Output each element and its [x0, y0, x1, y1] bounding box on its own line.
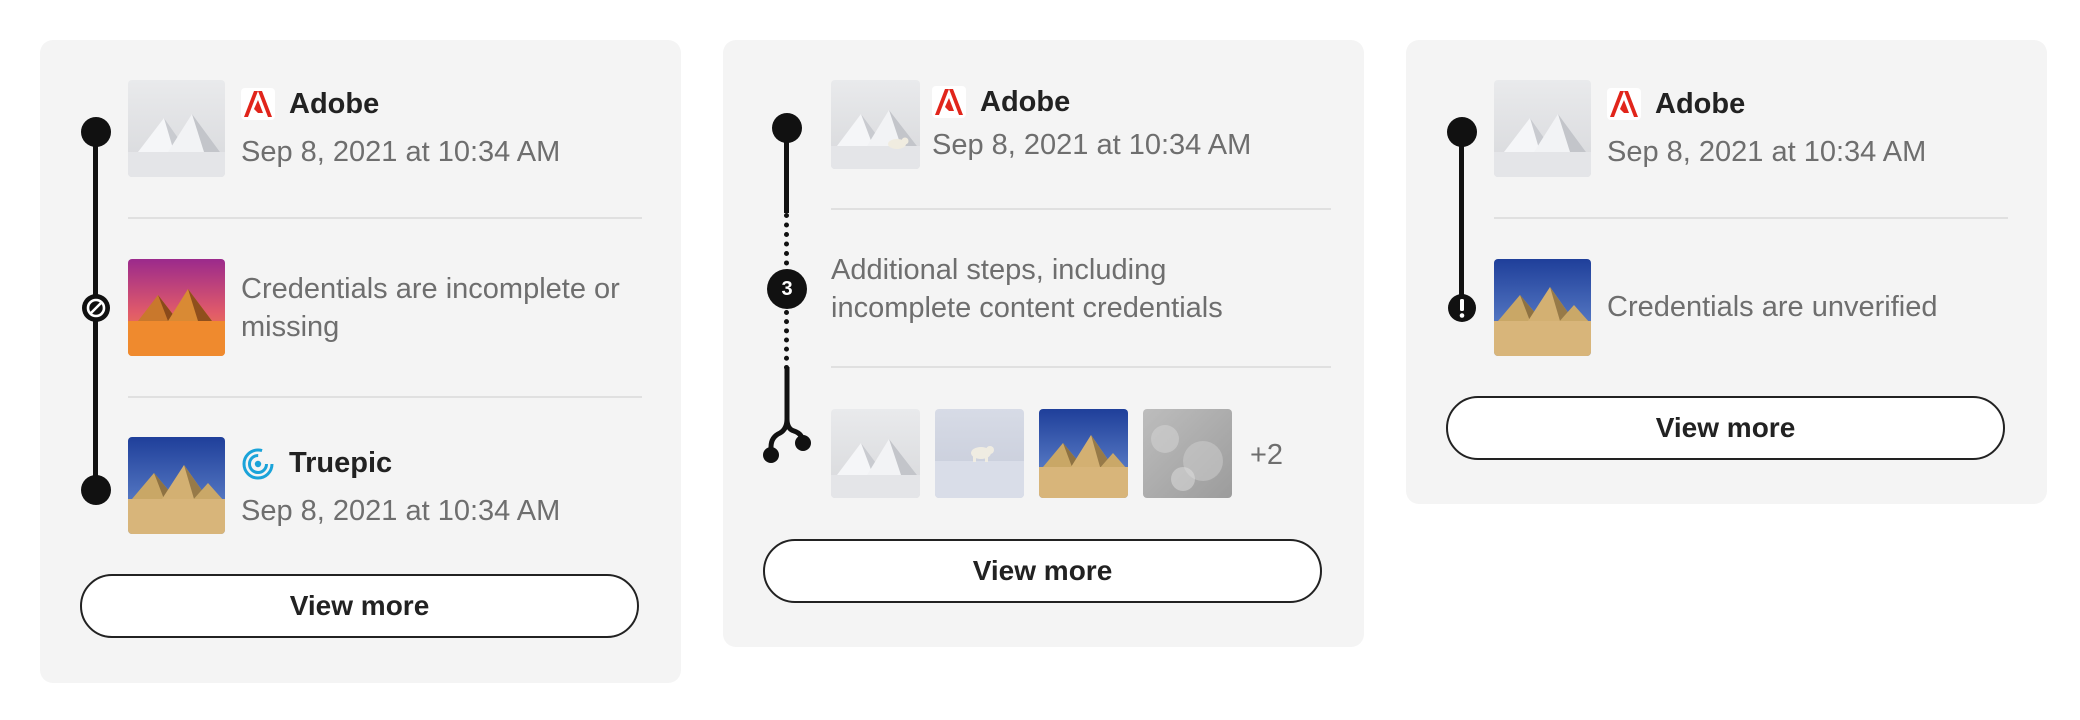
timeline-dotted-line [784, 213, 789, 275]
view-more-button[interactable]: View more [763, 539, 1322, 603]
signed-date: Sep 8, 2021 at 10:34 AM [241, 136, 561, 168]
snowy-mountains-thumbnail[interactable] [1494, 80, 1591, 177]
timeline-node [81, 475, 111, 505]
view-more-button[interactable]: View more [80, 574, 639, 638]
more-ingredients-count[interactable]: +2 [1250, 439, 1283, 472]
timeline-line [1459, 132, 1464, 308]
truepic-logo-icon [242, 448, 274, 480]
view-more-button[interactable]: View more [1446, 396, 2005, 460]
adobe-logo-icon [932, 86, 966, 118]
divider [1494, 217, 2008, 219]
status-message: Additional steps, including incomplete c… [831, 254, 1223, 324]
ingredient-thumbnail[interactable] [935, 409, 1024, 498]
timeline-node [1447, 117, 1477, 147]
ingredient-thumbnail[interactable] [1039, 409, 1128, 498]
branch-icon [763, 367, 811, 463]
adobe-logo-icon [1607, 88, 1641, 120]
divider [128, 396, 642, 398]
provenance-card-2: 3 Adobe Sep 8, 2021 at 10:34 AM Addition… [723, 40, 1364, 647]
ingredient-thumbnail[interactable] [1143, 409, 1232, 498]
step-count-badge: 3 [767, 269, 807, 309]
adobe-logo-icon [241, 88, 275, 120]
alert-icon [1448, 294, 1476, 322]
pyramids-thumbnail[interactable] [1494, 259, 1591, 356]
signed-date: Sep 8, 2021 at 10:34 AM [1607, 136, 1927, 168]
step-count-label: 3 [781, 277, 793, 300]
ingredient-thumbnail[interactable] [831, 409, 920, 498]
divider [128, 217, 642, 219]
pyramids-thumbnail[interactable] [128, 437, 225, 534]
provenance-card-3: Adobe Sep 8, 2021 at 10:34 AM Credential… [1406, 40, 2047, 504]
timeline-node [772, 113, 802, 143]
issuer-name: Adobe [1655, 88, 1746, 120]
incomplete-icon [82, 294, 110, 322]
timeline-dotted-line [784, 310, 789, 370]
snowy-mountains-thumbnail[interactable] [128, 80, 225, 177]
issuer-name: Adobe [980, 86, 1071, 118]
pyramids-sunset-thumbnail[interactable] [128, 259, 225, 356]
divider [831, 208, 1331, 210]
provenance-card-1: Adobe Sep 8, 2021 at 10:34 AM Credential… [40, 40, 681, 683]
signed-date: Sep 8, 2021 at 10:34 AM [241, 495, 561, 527]
status-message: Credentials are unverified [1607, 291, 1938, 323]
signed-date: Sep 8, 2021 at 10:34 AM [932, 129, 1252, 161]
snowy-mountains-bear-thumbnail[interactable] [831, 80, 920, 169]
issuer-name: Truepic [289, 447, 393, 479]
issuer-name: Adobe [289, 88, 380, 120]
divider [831, 366, 1331, 368]
timeline-node [81, 117, 111, 147]
status-message: Credentials are incomplete or missing [241, 273, 620, 343]
